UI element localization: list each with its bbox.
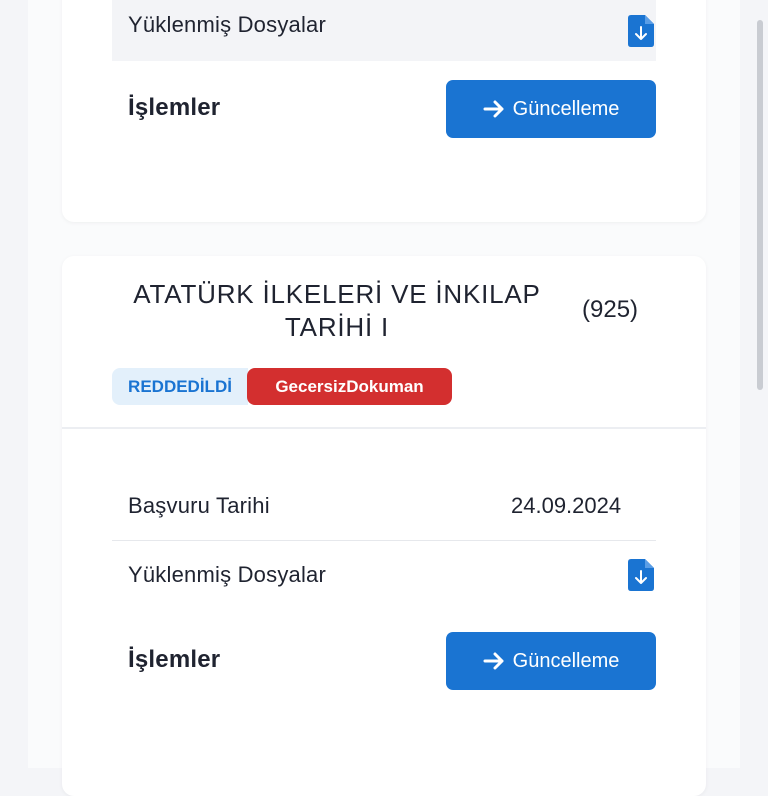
update-button[interactable]: Güncelleme bbox=[446, 80, 656, 138]
update-button-label: Güncelleme bbox=[512, 649, 620, 672]
course-title: ATATÜRK İLKELERİ VE İNKILAP TARİHİ I bbox=[133, 279, 541, 342]
arrow-right-icon bbox=[483, 652, 504, 670]
card-header-divider bbox=[62, 427, 706, 429]
rejection-reason-badge: GecersizDokuman bbox=[247, 368, 452, 405]
application-date-label: Başvuru Tarihi bbox=[128, 493, 270, 518]
uploaded-files-label: Yüklenmiş Dosyalar bbox=[128, 12, 327, 37]
actions-label: İşlemler bbox=[128, 646, 221, 673]
file-download-icon[interactable] bbox=[628, 559, 654, 591]
application-card: ATATÜRK İLKELERİ VE İNKILAP TARİHİ I (92… bbox=[62, 256, 706, 796]
scrollbar[interactable] bbox=[757, 20, 763, 390]
update-button[interactable]: Güncelleme bbox=[446, 632, 656, 690]
arrow-right-icon bbox=[483, 100, 504, 118]
course-code: (925) bbox=[582, 296, 639, 323]
status-badge: REDDEDİLDİ bbox=[112, 368, 248, 405]
application-date-value: 24.09.2024 bbox=[511, 493, 622, 518]
actions-label: İşlemler bbox=[128, 94, 221, 121]
file-download-icon[interactable] bbox=[628, 15, 654, 47]
row-divider bbox=[112, 540, 656, 541]
uploaded-files-row[interactable]: Yüklenmiş Dosyalar bbox=[112, 0, 656, 61]
update-button-label: Güncelleme bbox=[512, 97, 620, 120]
application-card-previous: Yüklenmiş Dosyalar İşlemler Güncelleme bbox=[62, 0, 706, 222]
uploaded-files-label: Yüklenmiş Dosyalar bbox=[128, 562, 327, 587]
